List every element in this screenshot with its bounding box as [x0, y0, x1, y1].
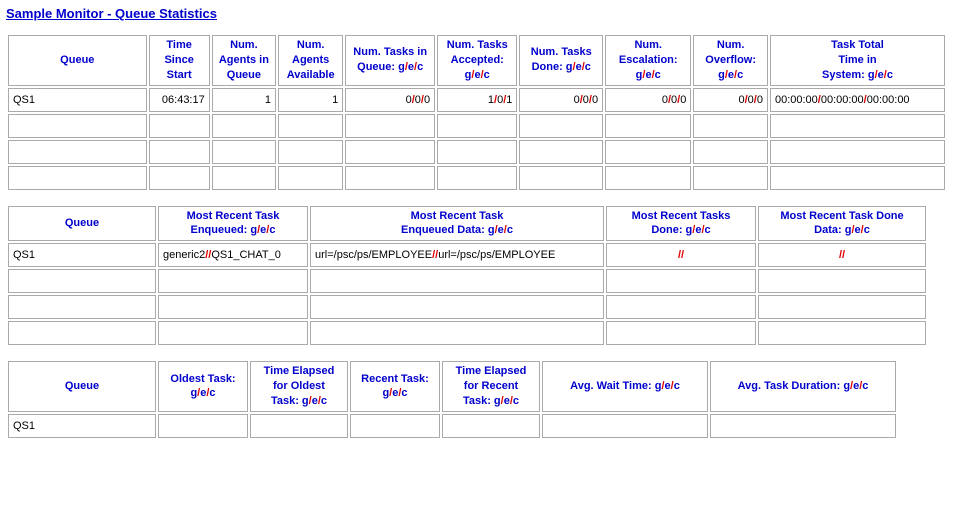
table-row	[8, 166, 945, 190]
cell-mr-done: //	[606, 243, 756, 267]
th-agents-available: Num.AgentsAvailable	[278, 35, 343, 86]
table-row: QS1 generic2//QS1_CHAT_0 url=/psc/ps/EMP…	[8, 243, 926, 267]
cell-mr-enqueued: generic2//QS1_CHAT_0	[158, 243, 308, 267]
cell-queue: QS1	[8, 414, 156, 438]
table-row	[8, 140, 945, 164]
table-row: QS1 06:43:17 1 1 0/0/0 1/0/1 0/0/0 0/0/0…	[8, 88, 945, 112]
cell-overflow: 0/0/0	[693, 88, 768, 112]
th-recent: Recent Task:g/e/c	[350, 361, 440, 412]
th-oldest: Oldest Task:g/e/c	[158, 361, 248, 412]
table-row	[8, 269, 926, 293]
th-queue: Queue	[8, 361, 156, 412]
cell-queue: QS1	[8, 88, 147, 112]
stats-table-1: Queue TimeSinceStart Num.Agents inQueue …	[6, 33, 947, 192]
th-elapsed-recent: Time Elapsedfor RecentTask: g/e/c	[442, 361, 540, 412]
th-escalation: Num.Escalation:g/e/c	[605, 35, 691, 86]
stats-table-2: Queue Most Recent TaskEnqueued: g/e/c Mo…	[6, 204, 928, 348]
th-overflow: Num.Overflow:g/e/c	[693, 35, 768, 86]
table-row	[8, 295, 926, 319]
th-time-since-start: TimeSinceStart	[149, 35, 210, 86]
th-mr-enqueued-data: Most Recent TaskEnqueued Data: g/e/c	[310, 206, 604, 242]
th-task-total: Task TotalTime inSystem: g/e/c	[770, 35, 945, 86]
cell-tasks-in-queue: 0/0/0	[345, 88, 435, 112]
cell-task-total: 00:00:00/00:00:00/00:00:00	[770, 88, 945, 112]
th-mr-enqueued: Most Recent TaskEnqueued: g/e/c	[158, 206, 308, 242]
cell-time-since-start: 06:43:17	[149, 88, 210, 112]
cell-agents-in-queue: 1	[212, 88, 276, 112]
table-row: QS1	[8, 414, 896, 438]
th-avg-duration: Avg. Task Duration: g/e/c	[710, 361, 896, 412]
page-title[interactable]: Sample Monitor - Queue Statistics	[6, 6, 217, 21]
th-queue: Queue	[8, 206, 156, 242]
th-agents-in-queue: Num.Agents inQueue	[212, 35, 276, 86]
cell-tasks-accepted: 1/0/1	[437, 88, 517, 112]
th-avg-wait: Avg. Wait Time: g/e/c	[542, 361, 708, 412]
cell-mr-enqueued-data: url=/psc/ps/EMPLOYEE//url=/psc/ps/EMPLOY…	[310, 243, 604, 267]
th-tasks-in-queue: Num. Tasks inQueue: g/e/c	[345, 35, 435, 86]
cell-escalation: 0/0/0	[605, 88, 691, 112]
th-mr-done: Most Recent TasksDone: g/e/c	[606, 206, 756, 242]
th-tasks-accepted: Num. TasksAccepted:g/e/c	[437, 35, 517, 86]
cell-queue: QS1	[8, 243, 156, 267]
th-queue: Queue	[8, 35, 147, 86]
cell-tasks-done: 0/0/0	[519, 88, 603, 112]
cell-mr-done-data: //	[758, 243, 926, 267]
th-elapsed-oldest: Time Elapsedfor OldestTask: g/e/c	[250, 361, 348, 412]
th-mr-done-data: Most Recent Task DoneData: g/e/c	[758, 206, 926, 242]
cell-agents-available: 1	[278, 88, 343, 112]
th-tasks-done: Num. TasksDone: g/e/c	[519, 35, 603, 86]
stats-table-3: Queue Oldest Task:g/e/c Time Elapsedfor …	[6, 359, 898, 440]
table-row	[8, 321, 926, 345]
table-row	[8, 114, 945, 138]
